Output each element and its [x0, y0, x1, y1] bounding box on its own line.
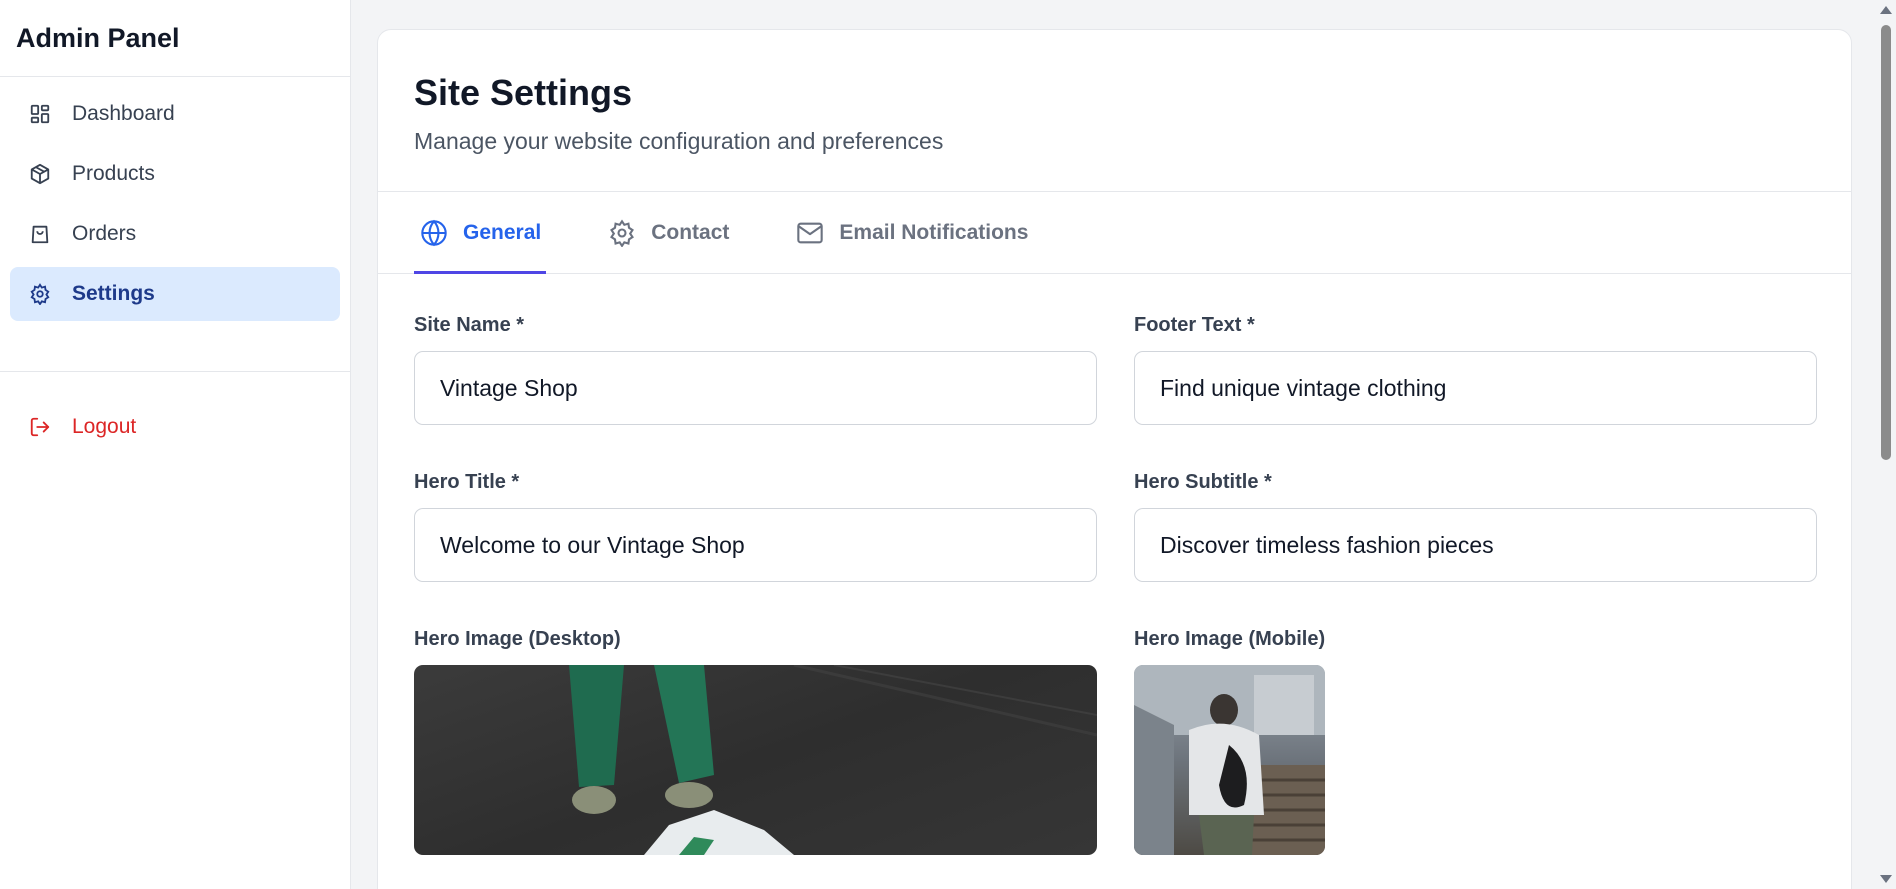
tab-label: Contact: [651, 220, 730, 244]
footer-text-input[interactable]: [1134, 351, 1817, 425]
settings-card: Site Settings Manage your website config…: [377, 29, 1852, 889]
tab-email-notifications[interactable]: Email Notifications: [790, 192, 1033, 273]
scroll-down-arrow-icon[interactable]: [1880, 875, 1892, 883]
tab-general[interactable]: General: [414, 192, 547, 274]
page-title: Site Settings: [414, 72, 633, 113]
hero-image-desktop-preview[interactable]: [414, 665, 1097, 855]
sidebar-item-orders[interactable]: Orders: [10, 207, 340, 261]
sidebar-nav: Dashboard Products Orders Settings: [0, 77, 350, 372]
hero-subtitle-field: Hero Subtitle *: [1134, 471, 1817, 582]
package-icon: [28, 162, 52, 186]
tab-contact[interactable]: Contact: [602, 192, 734, 273]
sidebar-header: Admin Panel: [0, 0, 350, 77]
footer-text-label: Footer Text *: [1134, 314, 1255, 336]
hero-title-label: Hero Title *: [414, 471, 520, 493]
tab-bar: General Contact Email Notifications: [378, 192, 1851, 274]
hero-image-desktop-field: Hero Image (Desktop): [414, 628, 1097, 855]
hero-image-mobile-preview[interactable]: [1134, 665, 1325, 855]
general-settings-form: Site Name * Footer Text * Hero Title * H…: [378, 274, 1851, 889]
sidebar-item-products[interactable]: Products: [10, 147, 340, 201]
sidebar-item-label: Dashboard: [72, 102, 175, 125]
hero-subtitle-label: Hero Subtitle *: [1134, 471, 1272, 493]
sidebar-item-label: Settings: [72, 282, 155, 305]
brand-title: Admin Panel: [16, 22, 180, 53]
dashboard-icon: [28, 102, 52, 126]
logout-label: Logout: [72, 415, 137, 438]
logout-icon: [28, 415, 52, 439]
sidebar-item-label: Orders: [72, 222, 137, 245]
hero-title-input[interactable]: [414, 508, 1097, 582]
hero-image-mobile-label: Hero Image (Mobile): [1134, 628, 1326, 650]
hero-title-field: Hero Title *: [414, 471, 1097, 582]
card-header: Site Settings Manage your website config…: [378, 30, 1851, 192]
gear-icon: [607, 218, 637, 248]
page-scrollbar[interactable]: [1876, 0, 1896, 889]
sidebar-item-label: Products: [72, 162, 155, 185]
sidebar: Admin Panel Dashboard Products Orders Se…: [0, 0, 351, 889]
footer-text-field: Footer Text *: [1134, 314, 1817, 425]
mail-icon: [795, 218, 825, 248]
tab-label: General: [463, 220, 542, 244]
site-name-field: Site Name *: [414, 314, 1097, 425]
globe-icon: [419, 218, 449, 248]
logout-button[interactable]: Logout: [10, 400, 340, 454]
sidebar-item-dashboard[interactable]: Dashboard: [10, 87, 340, 141]
tab-label: Email Notifications: [839, 220, 1029, 244]
site-name-input[interactable]: [414, 351, 1097, 425]
sidebar-item-settings[interactable]: Settings: [10, 267, 340, 321]
scroll-up-arrow-icon[interactable]: [1880, 6, 1892, 14]
gear-icon: [28, 282, 52, 306]
hero-image-desktop-label: Hero Image (Desktop): [414, 628, 621, 650]
page-subtitle: Manage your website configuration and pr…: [414, 128, 944, 154]
site-name-label: Site Name *: [414, 314, 525, 336]
hero-image-mobile-field: Hero Image (Mobile): [1134, 628, 1817, 855]
hero-subtitle-input[interactable]: [1134, 508, 1817, 582]
scroll-thumb[interactable]: [1881, 25, 1891, 460]
shopping-bag-icon: [28, 222, 52, 246]
